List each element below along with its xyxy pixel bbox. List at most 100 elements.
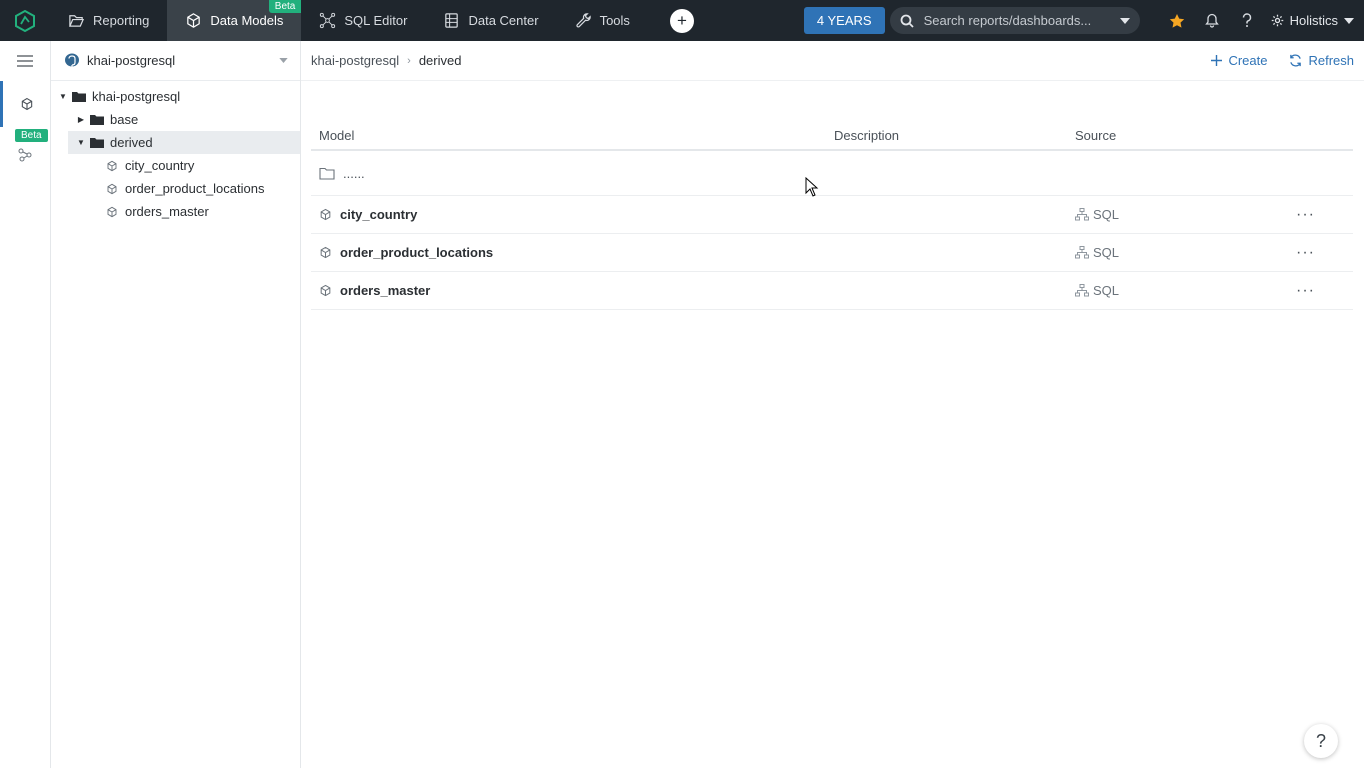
source-cell: SQL [1075, 283, 1255, 298]
holistics-logo[interactable] [0, 0, 50, 41]
row-more-button[interactable]: ··· [1255, 282, 1353, 300]
model-cell: orders_master [311, 283, 834, 298]
datasource-select[interactable]: khai-postgresql [51, 41, 300, 81]
relationship-icon [18, 148, 32, 162]
model-cell: order_product_locations [311, 245, 834, 260]
mouse-cursor-icon [805, 177, 819, 197]
nav-sql-editor-label: SQL Editor [344, 13, 408, 28]
cube-icon [107, 206, 117, 217]
parent-folder-label: ...... [343, 165, 365, 181]
beta-badge: Beta [268, 0, 302, 13]
search-icon [900, 14, 914, 28]
database-icon [445, 13, 459, 28]
top-navbar: Reporting Data Models Beta SQL Editor Da… [0, 0, 1364, 41]
wrench-icon [575, 13, 591, 28]
models-table: Model Description Source ...... city_cou… [311, 122, 1353, 310]
cube-icon [107, 183, 117, 194]
favorites-button[interactable] [1160, 0, 1195, 41]
gear-icon [1271, 14, 1283, 27]
nav-data-center[interactable]: Data Center [425, 0, 556, 41]
tree-folder-label: base [110, 112, 139, 127]
folder-icon [90, 138, 104, 148]
source-cell: SQL [1075, 245, 1255, 260]
source-label: SQL [1093, 207, 1120, 222]
caret-down-icon[interactable]: ▼ [76, 138, 86, 147]
model-tree-panel: khai-postgresql ▼ khai-postgresql ▶ base… [51, 41, 301, 768]
source-cell: SQL [1075, 207, 1255, 222]
notifications-button[interactable] [1195, 0, 1230, 41]
column-header-source[interactable]: Source [1075, 128, 1255, 143]
tree-model-orders-master[interactable]: orders_master [51, 200, 300, 223]
rail-beta-badge: Beta [15, 129, 48, 142]
refresh-icon [1290, 54, 1302, 67]
rail-relationships[interactable]: Beta [0, 127, 50, 173]
folder-outline-icon [319, 167, 335, 180]
tree-folder-label: derived [110, 135, 153, 150]
model-name[interactable]: city_country [340, 207, 417, 222]
tree-folder-derived[interactable]: ▼ derived [68, 131, 300, 154]
folder-open-icon [68, 15, 85, 27]
row-more-button[interactable]: ··· [1255, 244, 1353, 262]
nav-data-models-label: Data Models [210, 13, 284, 28]
cube-icon [320, 208, 331, 221]
column-header-model[interactable]: Model [311, 128, 834, 143]
sitemap-icon [1075, 208, 1089, 221]
caret-down-icon[interactable]: ▼ [58, 92, 68, 101]
help-menu-button[interactable] [1230, 0, 1265, 41]
datasource-name: khai-postgresql [87, 53, 176, 68]
breadcrumb-parent[interactable]: khai-postgresql [311, 53, 399, 68]
user-menu[interactable]: Holistics [1265, 13, 1364, 28]
plus-icon [1211, 55, 1223, 66]
add-new-button[interactable]: + [669, 8, 694, 33]
model-name[interactable]: orders_master [340, 283, 430, 298]
hamburger-icon [17, 55, 33, 67]
table-row[interactable]: city_country SQL ··· [311, 196, 1353, 234]
user-label: Holistics [1289, 13, 1338, 28]
search-input[interactable]: Search reports/dashboards... [924, 13, 1110, 28]
tree-model-label: city_country [125, 158, 195, 173]
folder-icon [72, 92, 86, 102]
nav-tools-label: Tools [599, 13, 630, 28]
nav-reporting[interactable]: Reporting [50, 0, 167, 41]
postgresql-icon [65, 53, 79, 69]
chevron-down-icon[interactable] [1119, 17, 1130, 24]
refresh-button[interactable]: Refresh [1289, 53, 1354, 68]
tree-root-label: khai-postgresql [92, 89, 181, 104]
create-button[interactable]: Create [1211, 53, 1267, 68]
hamburger-menu-button[interactable] [0, 41, 50, 81]
column-header-description[interactable]: Description [834, 128, 1075, 143]
tree-model-city-country[interactable]: city_country [51, 154, 300, 177]
nav-sql-editor[interactable]: SQL Editor [301, 0, 425, 41]
model-cell: city_country [311, 207, 834, 222]
cube-icon [320, 246, 331, 259]
nav-reporting-label: Reporting [93, 13, 150, 28]
table-row-parent-folder[interactable]: ...... [311, 151, 1353, 196]
help-chat-button[interactable]: ? [1304, 724, 1338, 758]
time-range-button[interactable]: 4 YEARS [803, 7, 885, 34]
caret-right-icon[interactable]: ▶ [76, 115, 86, 124]
tree-folder-base[interactable]: ▶ base [51, 108, 300, 131]
table-row[interactable]: orders_master SQL ··· [311, 272, 1353, 310]
tree-model-order-product-locations[interactable]: order_product_locations [51, 177, 300, 200]
sitemap-icon [1075, 246, 1089, 259]
tree-model-label: orders_master [125, 204, 209, 219]
question-icon [1242, 13, 1252, 27]
nav-data-models[interactable]: Data Models Beta [167, 0, 302, 41]
breadcrumb-separator-icon: › [407, 54, 411, 67]
folder-icon [90, 115, 104, 125]
nav-tools[interactable]: Tools [557, 0, 648, 41]
tree-model-label: order_product_locations [125, 181, 265, 196]
source-label: SQL [1093, 283, 1120, 298]
row-more-button[interactable]: ··· [1255, 206, 1353, 224]
chevron-down-icon [279, 58, 288, 63]
tree-root[interactable]: ▼ khai-postgresql [51, 85, 300, 108]
rail-data-models[interactable] [0, 81, 50, 127]
search-box[interactable]: Search reports/dashboards... [889, 7, 1140, 34]
left-rail: Beta [0, 41, 51, 768]
create-label: Create [1228, 53, 1268, 68]
table-row[interactable]: order_product_locations SQL ··· [311, 234, 1353, 272]
star-icon [1169, 13, 1185, 28]
model-name[interactable]: order_product_locations [340, 245, 493, 260]
main-content: khai-postgresql › derived Create Refresh… [301, 41, 1364, 768]
source-label: SQL [1093, 245, 1120, 260]
